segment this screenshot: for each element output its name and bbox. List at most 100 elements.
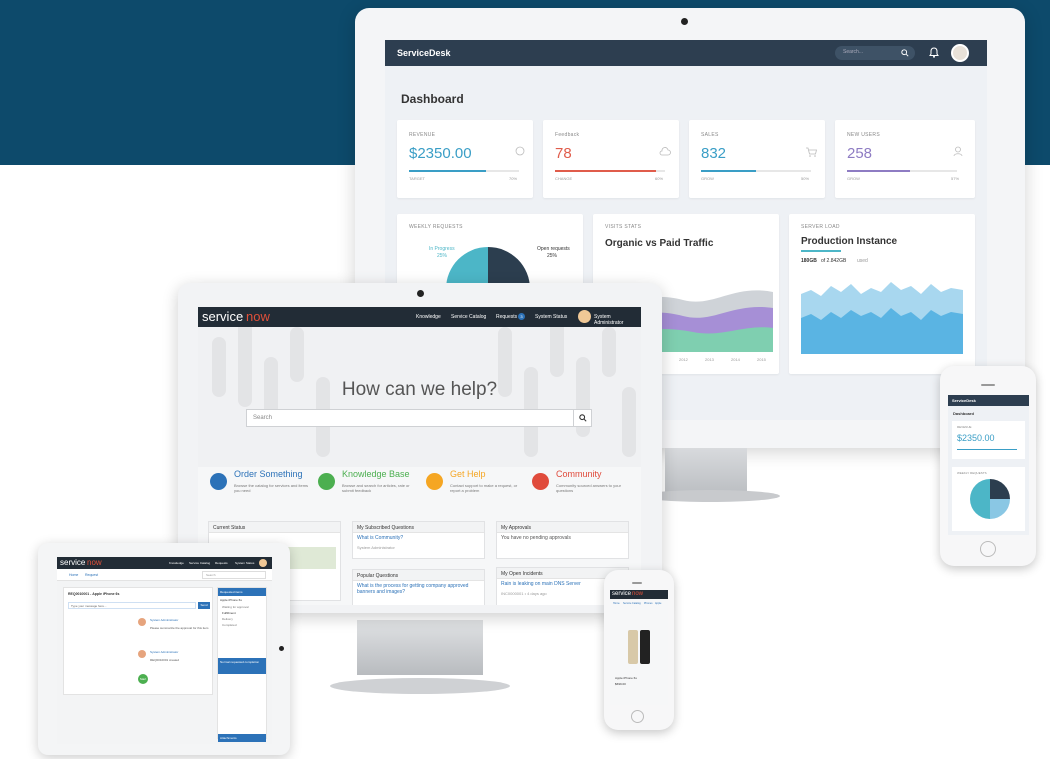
avatar[interactable] xyxy=(951,44,969,62)
nav-service-catalog[interactable]: Service Catalog xyxy=(451,314,486,320)
portal-navbar: service now Knowledge Service Catalog Re… xyxy=(198,307,641,327)
card-label: WEEKLY REQUESTS xyxy=(409,224,463,230)
nav-system-status[interactable]: System Status xyxy=(535,314,567,320)
attachments-header[interactable]: Attachments xyxy=(218,734,266,742)
card-title: Production Instance xyxy=(801,236,898,247)
sidebar-title: Requested items xyxy=(218,588,266,596)
kpi-foot-value: 70% xyxy=(509,176,518,181)
breadcrumb-request[interactable]: Request xyxy=(85,573,98,577)
server-used: 180GB xyxy=(801,258,817,264)
entry-text: Please summarize the approval for this i… xyxy=(150,626,209,630)
briefcase-icon xyxy=(210,473,227,490)
kpi-foot-value: 60% xyxy=(655,176,664,181)
logo-service[interactable]: service xyxy=(60,558,85,567)
cart-icon xyxy=(806,147,817,157)
nav-system-status[interactable]: System Status xyxy=(235,561,254,565)
service-title: Order Something xyxy=(234,469,303,479)
product-price: $699.00 xyxy=(615,682,626,686)
entry-author: System Administrator xyxy=(150,650,179,654)
logo-service[interactable]: service xyxy=(612,591,631,597)
avatar[interactable] xyxy=(259,559,267,567)
nav-requests[interactable]: Requests xyxy=(215,561,228,565)
legend-open: Open requests xyxy=(537,246,570,252)
service-desc: Browse and search for articles, rate or … xyxy=(342,483,410,493)
nav-knowledge[interactable]: Knowledge xyxy=(169,561,184,565)
approvals-panel: My Approvals You have no pending approva… xyxy=(496,521,629,559)
start-marker: Start xyxy=(138,674,148,684)
phone-home-button[interactable] xyxy=(980,541,996,557)
kpi-card-sales: SALES 832 GROW 50% xyxy=(689,120,825,198)
request-detail-panel: REQ0010001 - Apple iPhone 6s Type your m… xyxy=(63,587,213,695)
panel-title: My Subscribed Questions xyxy=(353,522,484,533)
kpi-card-new-users: NEW USERS 258 GROW 57% xyxy=(835,120,975,198)
phone-home-button[interactable] xyxy=(631,710,644,723)
server-total: of 2.842GB xyxy=(821,258,847,264)
question-meta: System Administrator xyxy=(357,545,395,550)
nav-user[interactable]: System Administrator xyxy=(594,314,641,326)
avatar[interactable] xyxy=(578,310,591,323)
crumb[interactable]: Phones xyxy=(644,602,652,605)
server-load-chart xyxy=(801,282,963,354)
kpi-card-revenue: REVENUE $2350.00 TARGET 70% xyxy=(397,120,533,198)
approvals-text: You have no pending approvals xyxy=(501,535,571,541)
phone-navbar: service now xyxy=(610,590,668,599)
phone-speaker xyxy=(632,582,642,584)
card-title: Organic vs Paid Traffic xyxy=(605,238,714,249)
service-desc: Community sourced answers to your questi… xyxy=(556,483,621,493)
nav-requests[interactable]: Requests xyxy=(496,314,517,320)
monitor-camera xyxy=(417,290,424,297)
phone-chart-card: WEEKLY REQUESTS xyxy=(952,467,1025,531)
comment-placeholder: Type your message here... xyxy=(71,604,107,608)
breadcrumb-home[interactable]: Home xyxy=(69,573,78,577)
question-link[interactable]: What is Community? xyxy=(353,533,484,543)
kpi-foot-value: 50% xyxy=(801,176,810,181)
book-icon xyxy=(318,473,335,490)
chart-label: WEEKLY REQUESTS xyxy=(957,471,987,475)
kpi-label: SALES xyxy=(701,132,719,138)
request-sidebar: Requested items Apple iPhone 6s Waiting … xyxy=(217,587,267,742)
tablet-navbar: service now Knowledge Service Catalog Re… xyxy=(57,557,272,569)
tablet-search-input[interactable]: Search xyxy=(202,571,266,579)
servicedesk-search[interactable]: Search... xyxy=(835,46,915,60)
stage-item: Completed xyxy=(222,623,237,627)
phone-kpi-card: REVENUE $2350.00 xyxy=(952,421,1025,459)
kpi-progress xyxy=(409,170,519,172)
kpi-foot-label: CHANGE xyxy=(555,176,573,181)
search-icon[interactable] xyxy=(579,414,587,422)
clock-icon xyxy=(515,146,525,156)
comment-input[interactable]: Type your message here... xyxy=(68,602,196,609)
kpi-progress xyxy=(701,170,811,172)
portal-search-input[interactable]: Search xyxy=(246,409,592,427)
nav-service-catalog[interactable]: Service Catalog xyxy=(189,561,210,565)
chat-icon xyxy=(532,473,549,490)
nav-knowledge[interactable]: Knowledge xyxy=(416,314,441,320)
crumb[interactable]: Home xyxy=(613,602,620,605)
kpi-card-feedback: Feedback 78 CHANGE 60% xyxy=(543,120,679,198)
logo-now: now xyxy=(246,309,270,324)
kpi-value: 258 xyxy=(847,145,873,162)
send-button[interactable]: Send xyxy=(198,602,210,609)
crumb[interactable]: Service Catalog xyxy=(623,602,641,605)
logo-service[interactable]: service xyxy=(202,309,243,324)
question-link[interactable]: What is the process for getting company … xyxy=(353,581,484,597)
tablet-breadcrumb-bar: Home Request Search xyxy=(57,569,272,581)
server-load-card: SERVER LOAD Production Instance 180GB of… xyxy=(789,214,975,374)
monitor-stand xyxy=(357,620,483,675)
kpi-progress xyxy=(555,170,665,172)
entry-author: System Administrator xyxy=(150,618,179,622)
crumb[interactable]: Apple xyxy=(655,602,661,605)
hero-title: How can we help? xyxy=(341,379,498,400)
service-desc: Browse the catalog for services and item… xyxy=(234,483,309,493)
bell-icon[interactable] xyxy=(929,47,939,58)
request-title: REQ0010001 - Apple iPhone 6s xyxy=(68,592,120,596)
tablet-camera xyxy=(279,646,284,651)
tablet-screen: service now Knowledge Service Catalog Re… xyxy=(57,557,272,744)
x-tick: 2015 xyxy=(757,357,766,362)
subscribed-questions-panel: My Subscribed Questions What is Communit… xyxy=(352,521,485,559)
product-name: Apple iPhone 6s xyxy=(615,676,637,680)
kpi-label: REVENUE xyxy=(957,425,972,429)
service-title: Get Help xyxy=(450,469,486,479)
service-desc: Contact support to make a request, or re… xyxy=(450,483,518,493)
lifebuoy-icon xyxy=(426,473,443,490)
kpi-value: $2350.00 xyxy=(409,145,472,162)
